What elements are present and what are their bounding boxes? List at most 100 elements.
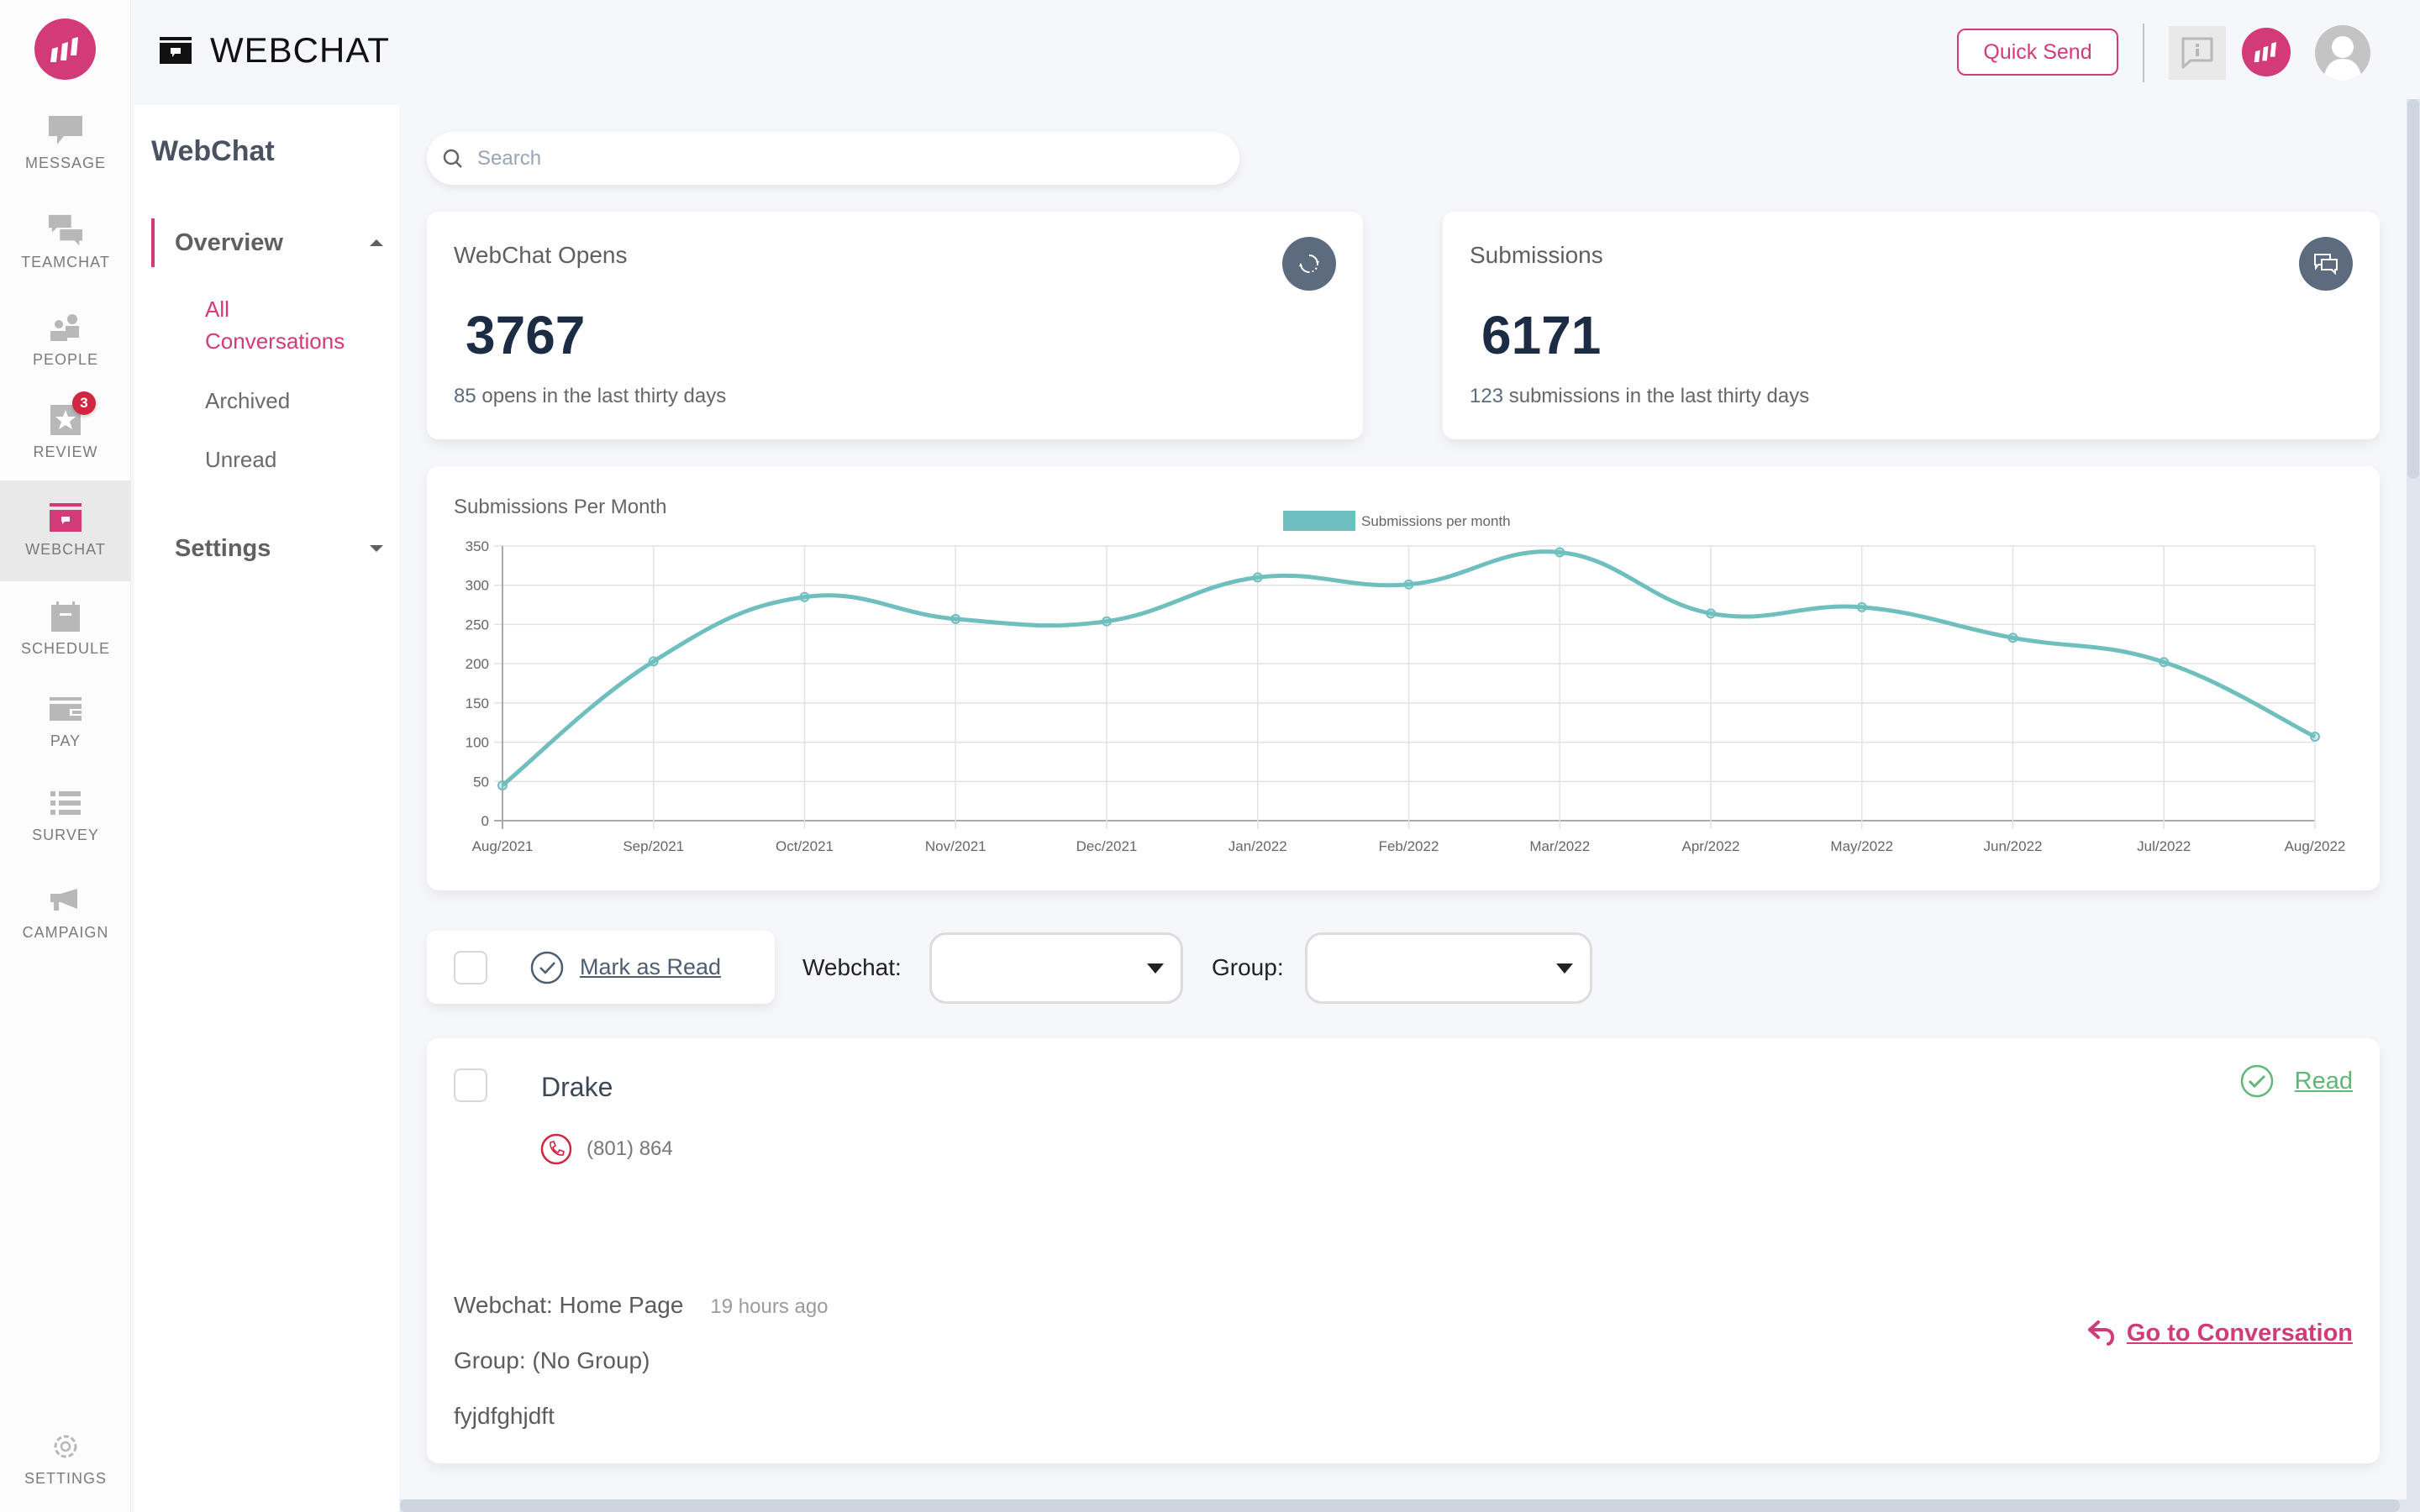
rail-item-pay[interactable]: PAY xyxy=(0,692,131,750)
stat-subtext: 85 opens in the last thirty days xyxy=(454,385,726,408)
legend-label: Submissions per month xyxy=(1361,513,1511,529)
rail-item-webchat[interactable]: WEBCHAT xyxy=(0,480,131,581)
rail-item-message[interactable]: MESSAGE xyxy=(0,114,131,172)
phone-number: (801) 864 xyxy=(587,1137,673,1160)
refresh-icon xyxy=(1299,255,1319,273)
conversation-meta: Webchat: Home Page 19 hours ago xyxy=(454,1292,829,1319)
vertical-scroll-thumb[interactable] xyxy=(2407,99,2419,479)
submissions-line-chart: 0 50 100 150 200 250 300 350 Aug/2021 Sep/2021 Oct… xyxy=(466,511,2346,854)
rail-label: SCHEDULE xyxy=(20,640,111,657)
subnav-group-overview[interactable]: Overview xyxy=(151,218,387,267)
stat-card-webchat-opens: WebChat Opens 3767 85 opens in the last … xyxy=(427,212,1363,439)
left-rail: MESSAGE TEAMCHAT PEOPLE 3 REVIEW WEBCHAT… xyxy=(0,0,131,1512)
subnav-link-unread[interactable]: Unread xyxy=(205,444,373,475)
go-to-conversation-link[interactable]: Go to Conversation xyxy=(2086,1319,2353,1347)
x-tick-label: May/2022 xyxy=(1830,838,1893,854)
user-avatar[interactable] xyxy=(2315,25,2370,81)
subnav-link-all-conversations[interactable]: All Conversations xyxy=(205,293,373,357)
stat-value: 6171 xyxy=(1481,305,1602,365)
x-tick-label: Feb/2022 xyxy=(1379,838,1439,854)
data-point-jun-2022 xyxy=(2007,633,2018,643)
rail-item-teamchat[interactable]: TEAMCHAT xyxy=(0,213,131,271)
webchat-subnav: WebChat Overview All Conversations Archi… xyxy=(134,105,399,1512)
subnav-group-label: Overview xyxy=(175,228,283,256)
megaphone-icon xyxy=(47,884,84,917)
timestamp: 19 hours ago xyxy=(710,1295,829,1318)
stat-sub-text: opens in the last thirty days xyxy=(476,385,727,407)
caret-down-icon xyxy=(370,545,383,552)
rail-item-review[interactable]: 3 REVIEW xyxy=(0,391,131,461)
search-input[interactable] xyxy=(477,146,1192,171)
rail-label: PAY xyxy=(50,732,82,749)
group-filter-select[interactable] xyxy=(1305,932,1592,1004)
rail-item-settings[interactable]: SETTINGS xyxy=(0,1430,131,1488)
read-status-button[interactable]: Read xyxy=(2239,1063,2353,1099)
x-tick-label: Aug/2022 xyxy=(2285,838,2346,854)
quick-send-button[interactable]: Quick Send xyxy=(1957,29,2118,76)
subnav-group-label: Settings xyxy=(175,534,271,562)
stat-value: 3767 xyxy=(466,305,586,365)
vertical-scrollbar[interactable] xyxy=(2407,99,2420,1512)
webchat-filter-label: Webchat: xyxy=(802,954,902,980)
select-all-checkbox[interactable] xyxy=(454,950,487,984)
rail-item-survey[interactable]: SURVEY xyxy=(0,786,131,844)
rail-label: SURVEY xyxy=(32,827,99,843)
teamchat-icon xyxy=(47,213,84,247)
conversation-item[interactable]: Drake (801) 864 Read Webchat: Home Page … xyxy=(427,1038,2380,1463)
check-circle-icon xyxy=(530,951,564,984)
feedback-button[interactable] xyxy=(2169,26,2226,80)
stat-card-submissions: Submissions 6171 123 submissions in the … xyxy=(1443,212,2380,439)
conversation-checkbox[interactable] xyxy=(454,1068,487,1102)
y-tick-label: 250 xyxy=(466,617,489,633)
rail-label: CAMPAIGN xyxy=(22,924,109,941)
contact-name: Drake xyxy=(541,1072,613,1102)
wallet-icon xyxy=(47,692,84,726)
notification-badge: 3 xyxy=(72,391,96,415)
go-to-conversation-label: Go to Conversation xyxy=(2126,1319,2353,1347)
data-point-jan-2022 xyxy=(1252,572,1263,583)
x-tick-label: Jun/2022 xyxy=(1984,838,2043,854)
group-filter-label: Group: xyxy=(1212,954,1284,980)
subnav-group-settings[interactable]: Settings xyxy=(151,524,387,573)
data-point-jul-2022 xyxy=(2159,657,2170,668)
header-divider xyxy=(2143,24,2144,82)
webchat-filter-select[interactable] xyxy=(929,932,1183,1004)
y-tick-label: 300 xyxy=(466,578,489,594)
list-icon xyxy=(47,786,84,820)
x-tick-label: Aug/2021 xyxy=(472,838,534,854)
data-point-sep-2021 xyxy=(648,656,659,667)
message-icon xyxy=(47,114,84,148)
legend-swatch xyxy=(1283,511,1355,531)
rail-item-campaign[interactable]: CAMPAIGN xyxy=(0,884,131,942)
subnav-link-archived[interactable]: Archived xyxy=(205,385,373,417)
stat-title: WebChat Opens xyxy=(454,242,628,268)
stat-subtext: 123 submissions in the last thirty days xyxy=(1470,385,1809,408)
mark-as-read-label: Mark as Read xyxy=(580,954,722,979)
x-tick-label: Dec/2021 xyxy=(1076,838,1138,854)
dropdown-arrow-icon xyxy=(1147,963,1164,974)
account-brand-button[interactable] xyxy=(2242,28,2291,76)
submissions-button[interactable] xyxy=(2299,237,2353,291)
x-tick-label: Oct/2021 xyxy=(776,838,834,854)
data-point-aug-2021 xyxy=(497,780,508,790)
rail-item-people[interactable]: PEOPLE xyxy=(0,311,131,369)
y-tick-label: 0 xyxy=(481,813,489,829)
webchat-source: Webchat: Home Page xyxy=(454,1292,684,1318)
rail-item-schedule[interactable]: SCHEDULE xyxy=(0,600,131,658)
user-silhouette-icon xyxy=(2323,36,2362,81)
bulk-actions: Mark as Read xyxy=(427,931,775,1004)
brand-logo[interactable] xyxy=(34,18,96,80)
data-point-nov-2021 xyxy=(950,613,961,624)
x-tick-label: Sep/2021 xyxy=(623,838,684,854)
phone-icon xyxy=(540,1133,572,1165)
y-tick-label: 200 xyxy=(466,656,489,672)
rail-label: PEOPLE xyxy=(32,351,99,368)
calendar-icon xyxy=(47,600,84,633)
refresh-button[interactable] xyxy=(1282,237,1336,291)
horizontal-scroll-thumb[interactable] xyxy=(400,1499,2400,1512)
chart-card: Submissions Per Month 0 50 100 150 200 250 300… xyxy=(427,466,2380,890)
dropdown-arrow-icon xyxy=(1556,963,1573,974)
webchat-icon xyxy=(47,501,84,534)
horizontal-scrollbar[interactable] xyxy=(400,1499,2407,1512)
mark-as-read-button[interactable]: Mark as Read xyxy=(529,950,721,985)
